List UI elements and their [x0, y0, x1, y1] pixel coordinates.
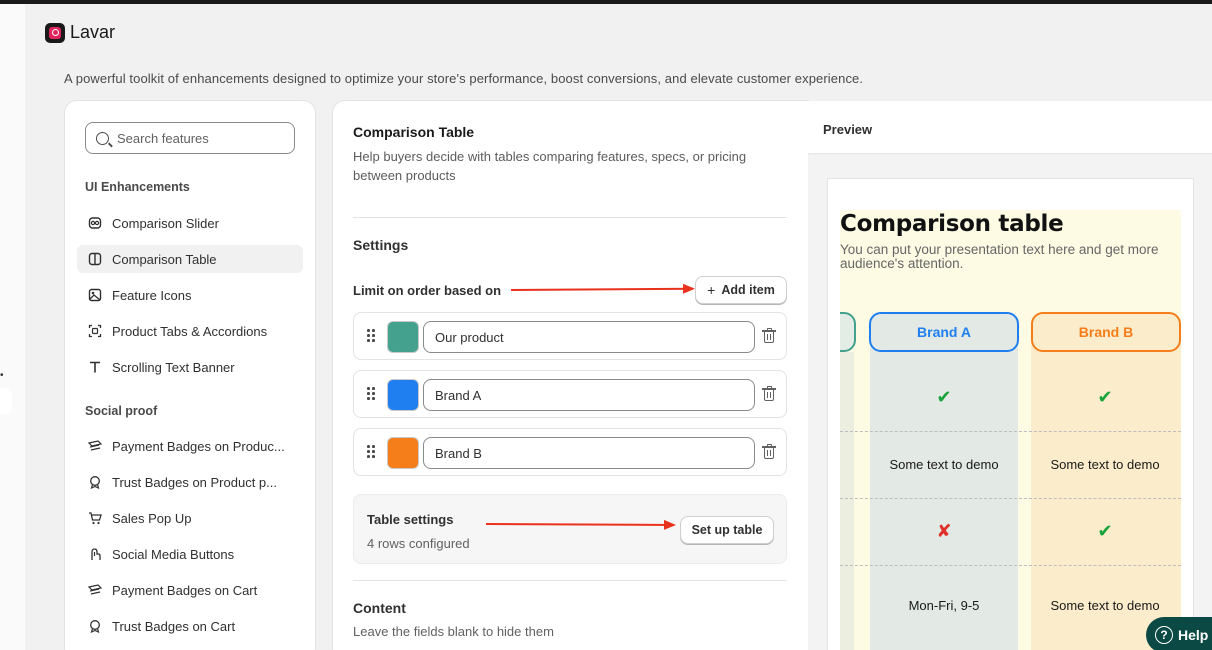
cell-check: ✔: [1097, 387, 1113, 407]
edge-mark: •: [0, 370, 4, 381]
sidebar-item-social-media-buttons[interactable]: Social Media Buttons: [77, 540, 303, 568]
sidebar-item-trust-badges-product[interactable]: Trust Badges on Product p...: [77, 468, 303, 496]
tabs-icon: [88, 324, 102, 338]
row-divider: [840, 565, 1181, 566]
table-settings-title: Table settings: [367, 512, 454, 527]
sidebar-item-feature-icons[interactable]: Feature Icons: [77, 281, 303, 309]
sidebar-item-label: Payment Badges on Produc...: [112, 438, 285, 454]
list-item: Our product: [353, 312, 787, 360]
color-swatch[interactable]: [387, 321, 419, 353]
preview-canvas: Comparison table You can put your presen…: [840, 210, 1181, 650]
question-icon: ?: [1155, 626, 1173, 644]
table-settings-box: Table settings 4 rows configured Set up …: [353, 494, 787, 564]
set-up-table-button[interactable]: Set up table: [680, 516, 774, 544]
slider-icon: [88, 216, 102, 230]
cell-check: ✔: [1097, 521, 1113, 541]
item-name-input[interactable]: Brand A: [423, 379, 755, 411]
cell-text: Some text to demo: [889, 457, 999, 472]
cart-icon: [88, 511, 102, 525]
search-icon: [96, 131, 109, 145]
payment-icon: [88, 583, 102, 597]
sidebar-item-trust-badges-cart[interactable]: Trust Badges on Cart: [77, 612, 303, 640]
sidebar-item-sales-pop-up[interactable]: Sales Pop Up: [77, 504, 303, 532]
settings-panel: Comparison Table Help buyers decide with…: [333, 101, 808, 650]
section-title-ui-enhancements: UI Enhancements: [85, 180, 190, 194]
column-header-our-product: [840, 312, 856, 352]
content-subtitle: Leave the fields blank to hide them: [353, 624, 554, 639]
item-name-input[interactable]: Brand B: [423, 437, 755, 469]
table-settings-subtitle: 4 rows configured: [367, 536, 470, 551]
help-label: Help: [1178, 627, 1209, 643]
badge-icon: [88, 475, 102, 489]
search-placeholder: Search features: [117, 130, 209, 146]
payment-icon: [88, 439, 102, 453]
divider: [353, 217, 787, 218]
sidebar-item-label: Social Media Buttons: [112, 546, 235, 562]
sidebar-item-product-tabs[interactable]: Product Tabs & Accordions: [77, 317, 303, 345]
sidebar-item-comparison-slider[interactable]: Comparison Slider: [77, 209, 303, 237]
table-icon: [88, 252, 102, 266]
column-our-product: [840, 352, 854, 650]
preview-label: Preview: [823, 122, 873, 137]
drag-handle-icon[interactable]: [367, 387, 375, 401]
cell-text: Some text to demo: [1050, 457, 1160, 472]
list-item: Brand A: [353, 370, 787, 418]
add-item-button[interactable]: + Add item: [695, 276, 787, 304]
app-subtitle: A powerful toolkit of enhancements desig…: [64, 71, 864, 86]
drag-handle-icon[interactable]: [367, 329, 375, 343]
preview-title: Comparison table: [840, 211, 1064, 237]
settings-heading: Settings: [353, 237, 409, 253]
trash-icon[interactable]: [762, 328, 776, 344]
cell-check: ✔: [936, 387, 952, 407]
window-top-bar: [0, 0, 1212, 4]
help-button[interactable]: ? Help: [1146, 617, 1212, 650]
app-logo-icon: [45, 22, 65, 43]
search-input[interactable]: Search features: [85, 122, 295, 154]
hand-icon: [88, 547, 102, 561]
plus-icon: +: [707, 282, 716, 298]
sidebar-item-label: Sales Pop Up: [112, 510, 192, 526]
add-item-label: Add item: [721, 283, 775, 297]
left-edge-strip: •: [0, 4, 25, 650]
app-header: Lavar: [45, 22, 115, 43]
sidebar-item-payment-badges-product[interactable]: Payment Badges on Produc...: [77, 432, 303, 460]
image-icon: [88, 288, 102, 302]
sidebar-item-label: Scrolling Text Banner: [112, 359, 235, 375]
trash-icon[interactable]: [762, 386, 776, 402]
divider: [353, 580, 787, 581]
sidebar-item-payment-badges-cart[interactable]: Payment Badges on Cart: [77, 576, 303, 604]
preview-text: You can put your presentation text here …: [840, 242, 1159, 271]
sidebar-item-label: Product Tabs & Accordions: [112, 323, 268, 339]
content-heading: Content: [353, 600, 406, 616]
color-swatch[interactable]: [387, 437, 419, 469]
sidebar-item-label: Feature Icons: [112, 287, 192, 303]
limit-label: Limit on order based on: [353, 283, 502, 298]
cell-text: Mon-Fri, 9-5: [908, 598, 980, 613]
trash-icon[interactable]: [762, 444, 776, 460]
column-header-brand-b: Brand B: [1031, 312, 1181, 352]
sidebar-item-comparison-table[interactable]: Comparison Table: [77, 245, 303, 273]
drag-handle-icon[interactable]: [367, 445, 375, 459]
sidebar-item-label: Trust Badges on Cart: [112, 618, 236, 634]
feature-sidebar: Search features UI Enhancements Comparis…: [65, 101, 315, 650]
list-item: Brand B: [353, 428, 787, 476]
column-header-brand-a: Brand A: [869, 312, 1019, 352]
feature-description: Help buyers decide with tables comparing…: [353, 149, 747, 183]
cell-cross: ✘: [936, 521, 952, 541]
sidebar-item-scrolling-text-banner[interactable]: Scrolling Text Banner: [77, 353, 303, 381]
color-swatch[interactable]: [387, 379, 419, 411]
text-icon: [88, 360, 102, 374]
section-title-social-proof: Social proof: [85, 404, 158, 418]
preview-header: Preview: [808, 101, 1212, 154]
feature-title: Comparison Table: [353, 124, 475, 140]
sidebar-item-label: Comparison Slider: [112, 215, 219, 231]
item-name-input[interactable]: Our product: [423, 321, 755, 353]
badge-icon: [88, 619, 102, 633]
edge-handle[interactable]: [0, 388, 12, 414]
app-name: Lavar: [70, 22, 116, 42]
sidebar-item-label: Payment Badges on Cart: [112, 582, 258, 598]
sidebar-item-label: Trust Badges on Product p...: [112, 474, 277, 490]
sidebar-item-label: Comparison Table: [112, 251, 217, 267]
